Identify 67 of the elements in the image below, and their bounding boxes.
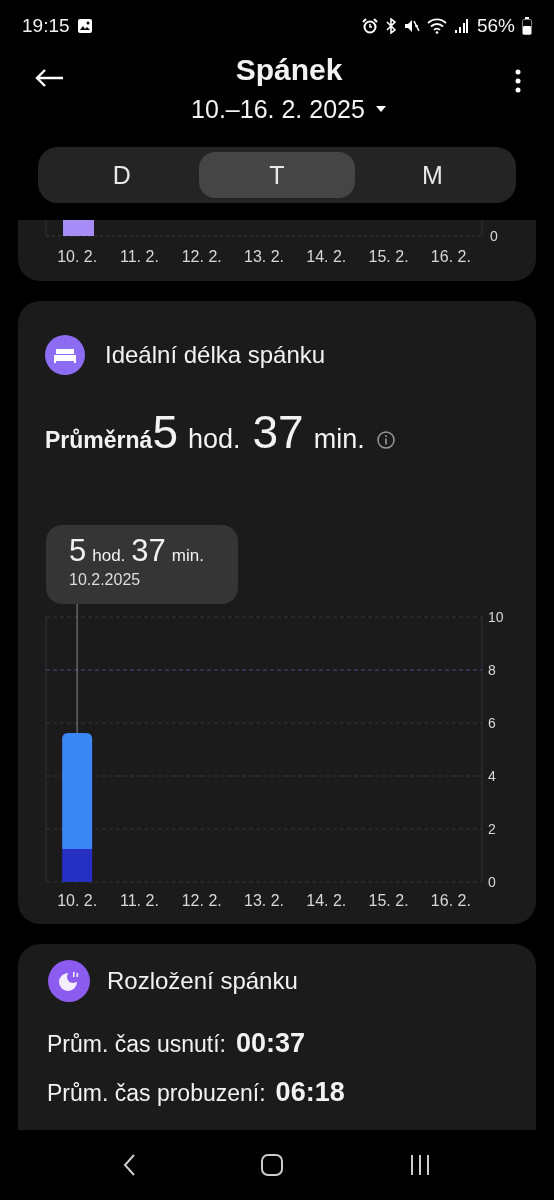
battery-icon: [522, 17, 532, 35]
back-button[interactable]: [34, 68, 64, 88]
tooltip-hours: 5: [69, 533, 87, 569]
alarm-icon: [361, 18, 378, 34]
tooltip-date: 10.2.2025: [69, 571, 142, 589]
page-title: Spánek: [235, 52, 343, 88]
recents-icon: [408, 1153, 432, 1177]
axis-label: 11. 2.: [120, 248, 159, 265]
axis-label: 8: [488, 662, 496, 678]
moon-icon: [48, 960, 90, 1002]
bed-icon: [45, 335, 85, 375]
average-label: Průměrná: [45, 427, 153, 454]
card-title: Rozložení spánku: [107, 967, 298, 995]
hours-unit: hod.: [187, 424, 241, 455]
axis-label: 10. 2.: [57, 892, 98, 909]
axis-label: 12. 2.: [181, 248, 222, 265]
home-button[interactable]: [260, 1153, 284, 1177]
axis-label: 2: [488, 821, 496, 837]
minutes-unit: min.: [171, 546, 204, 566]
axis-label: 10: [488, 609, 504, 625]
mute-icon: [403, 18, 420, 34]
back-nav-button[interactable]: [122, 1153, 136, 1177]
axis-label: 11. 2.: [120, 892, 159, 909]
axis-label: 13. 2.: [244, 892, 284, 909]
chart-bar: [63, 220, 94, 236]
axis-label: 16. 2.: [430, 248, 471, 265]
average-minutes: 37: [252, 405, 304, 459]
axis-label: 0: [490, 228, 498, 244]
period-tab[interactable]: M: [354, 152, 510, 198]
hours-unit: hod.: [92, 546, 126, 566]
stat-value: 06:18: [275, 1077, 345, 1108]
period-tab[interactable]: T: [199, 152, 355, 198]
home-icon: [260, 1153, 284, 1177]
axis-label: 6: [488, 715, 496, 731]
axis-label: 14. 2.: [306, 892, 347, 909]
signal-icon: [453, 18, 468, 34]
axis-label: 4: [488, 768, 496, 784]
tooltip-minutes: 37: [131, 533, 166, 569]
more-options-button[interactable]: [514, 68, 522, 94]
period-tab[interactable]: D: [44, 152, 200, 198]
clock-time: 19:15: [22, 15, 70, 37]
stat-label: Prům. čas usnutí:: [47, 1031, 226, 1058]
battery-percent: 56%: [476, 15, 515, 37]
average-hours: 5: [152, 405, 178, 459]
axis-label: 13. 2.: [244, 248, 284, 265]
back-arrow-icon: [34, 68, 64, 88]
date-range-dropdown[interactable]: 10.–16. 2. 2025: [191, 92, 387, 126]
axis-label: 12. 2.: [181, 892, 222, 909]
axis-label: 10. 2.: [57, 248, 98, 265]
stat-label: Prům. čas probuzení:: [47, 1080, 266, 1107]
minutes-unit: min.: [313, 424, 365, 455]
axis-label: 15. 2.: [368, 248, 409, 265]
more-icon: [514, 68, 522, 94]
axis-label: 16. 2.: [430, 892, 471, 909]
recent-apps-button[interactable]: [408, 1153, 432, 1177]
axis-label: 15. 2.: [368, 892, 409, 909]
stat-value: 00:37: [235, 1028, 306, 1059]
axis-label: 0: [488, 874, 496, 890]
info-button[interactable]: [376, 431, 395, 449]
wifi-icon: [426, 18, 447, 34]
caret-icon: [374, 105, 387, 113]
axis-label: 14. 2.: [306, 248, 347, 265]
image-icon: [76, 18, 93, 34]
bluetooth-icon: [384, 18, 397, 34]
info-icon: [376, 431, 395, 449]
chevron-left-icon: [122, 1153, 136, 1177]
card-title: Ideální délka spánku: [105, 341, 326, 369]
